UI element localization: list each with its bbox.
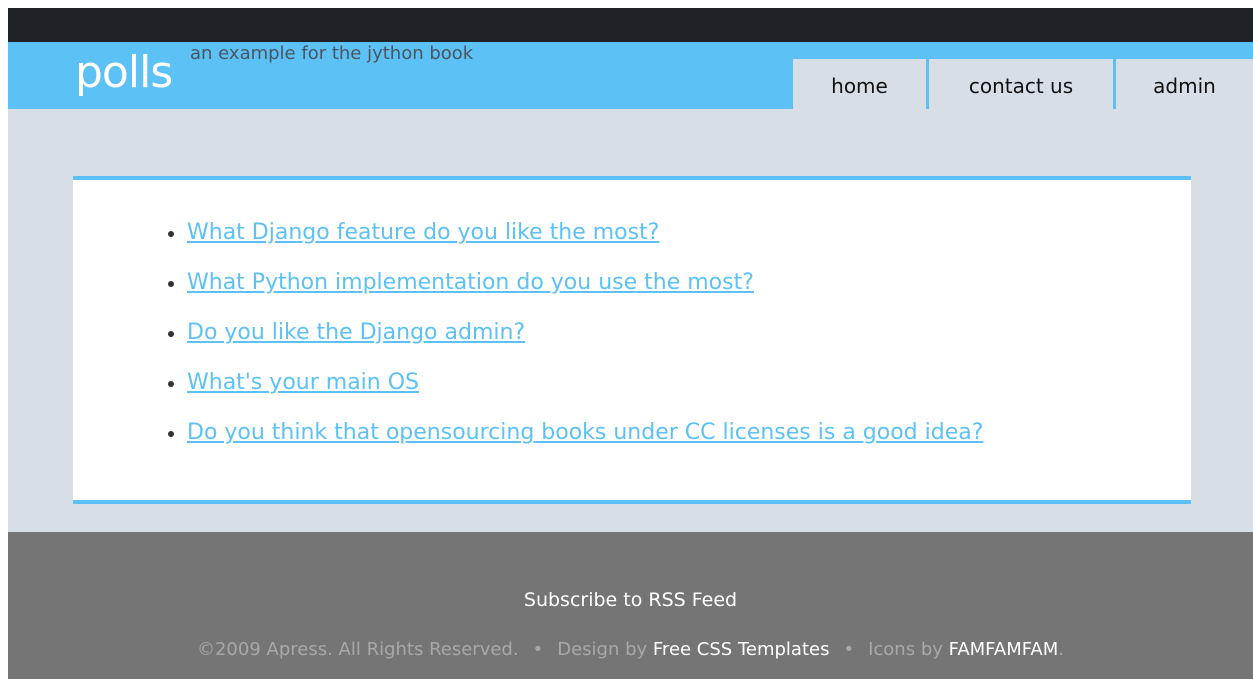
poll-link[interactable]: What Python implementation do you use th…	[187, 270, 754, 295]
list-item: What Django feature do you like the most…	[168, 215, 983, 265]
site-logo[interactable]: polls	[75, 47, 173, 99]
list-item: Do you think that opensourcing books und…	[168, 415, 983, 465]
footer-credits: ©2009 Apress. All Rights Reserved. • Desig…	[8, 639, 1253, 660]
list-item: What's your main OS	[168, 365, 983, 415]
nav-admin[interactable]: admin	[1113, 59, 1253, 109]
copyright-text: ©2009 Apress. All Rights Reserved.	[196, 639, 519, 660]
separator-dot: •	[843, 639, 855, 660]
top-bar	[8, 8, 1253, 42]
period-text: .	[1058, 639, 1065, 660]
famfamfam-link[interactable]: FAMFAMFAM	[949, 639, 1059, 660]
list-item: Do you like the Django admin?	[168, 315, 983, 365]
site-tagline: an example for the jython book	[190, 43, 474, 64]
page-frame: polls an example for the jython book hom…	[8, 8, 1253, 679]
bullet-icon	[168, 431, 174, 437]
nav-contact-us[interactable]: contact us	[926, 59, 1113, 109]
separator-dot: •	[532, 639, 544, 660]
poll-link[interactable]: Do you think that opensourcing books und…	[187, 420, 983, 445]
design-by-text: Design by	[557, 639, 648, 660]
poll-link[interactable]: Do you like the Django admin?	[187, 320, 525, 345]
rss-feed-link[interactable]: Subscribe to RSS Feed	[524, 589, 737, 611]
free-css-templates-link[interactable]: Free CSS Templates	[653, 639, 830, 660]
header: polls an example for the jython book hom…	[8, 42, 1253, 109]
poll-list: What Django feature do you like the most…	[168, 215, 983, 465]
rss-line: Subscribe to RSS Feed	[8, 589, 1253, 611]
poll-list-panel: What Django feature do you like the most…	[73, 176, 1191, 504]
icons-by-text: Icons by	[868, 639, 943, 660]
bullet-icon	[168, 331, 174, 337]
poll-link[interactable]: What's your main OS	[187, 370, 419, 395]
list-item: What Python implementation do you use th…	[168, 265, 983, 315]
main-nav: home contact us admin	[793, 59, 1253, 109]
bullet-icon	[168, 281, 174, 287]
bullet-icon	[168, 231, 174, 237]
bullet-icon	[168, 381, 174, 387]
nav-home[interactable]: home	[793, 59, 926, 109]
poll-link[interactable]: What Django feature do you like the most…	[187, 220, 659, 245]
footer: Subscribe to RSS Feed ©2009 Apress. All …	[8, 532, 1253, 679]
